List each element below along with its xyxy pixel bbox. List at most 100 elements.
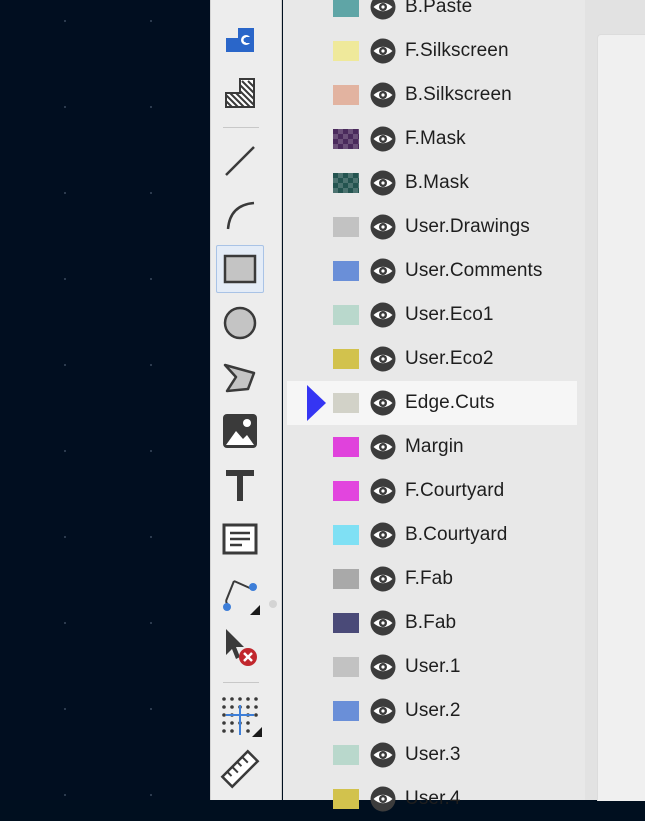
active-layer-indicator-slot — [287, 73, 333, 117]
layer-color-swatch[interactable] — [333, 0, 359, 17]
layer-row[interactable]: F.Mask — [287, 117, 577, 161]
grid-origin-icon[interactable] — [216, 691, 264, 739]
visibility-eye-icon[interactable] — [370, 258, 396, 284]
layer-row[interactable]: User.Comments — [287, 249, 577, 293]
layer-name: User.1 — [405, 656, 461, 677]
place-footprint-icon[interactable] — [216, 14, 264, 62]
visibility-eye-icon[interactable] — [370, 390, 396, 416]
layer-color-swatch[interactable] — [333, 657, 359, 677]
layer-color-swatch[interactable] — [333, 349, 359, 369]
layer-color-swatch[interactable] — [333, 789, 359, 809]
active-layer-indicator-slot — [287, 117, 333, 161]
layer-name: Edge.Cuts — [405, 392, 495, 413]
grid-dot — [64, 106, 66, 108]
visibility-eye-icon[interactable] — [370, 38, 396, 64]
layer-color-swatch[interactable] — [333, 305, 359, 325]
layer-color-swatch[interactable] — [333, 393, 359, 413]
visibility-eye-icon[interactable] — [370, 742, 396, 768]
grid-dot — [150, 364, 152, 366]
active-layer-indicator-slot — [287, 557, 333, 601]
visibility-eye-icon[interactable] — [370, 170, 396, 196]
layer-row[interactable]: F.Fab — [287, 557, 577, 601]
layer-row[interactable]: B.Paste — [287, 0, 577, 29]
add-zone-icon[interactable] — [216, 69, 264, 117]
visibility-eye-icon[interactable] — [370, 610, 396, 636]
visibility-eye-icon[interactable] — [370, 126, 396, 152]
layers-panel: B.Paste F.Silkscreen B.Silkscreen F.Mask B.M… — [283, 0, 585, 812]
layer-row[interactable]: B.Mask — [287, 161, 577, 205]
draw-polygon-icon[interactable] — [216, 353, 264, 401]
layer-color-swatch[interactable] — [333, 613, 359, 633]
layer-row[interactable]: Edge.Cuts — [287, 381, 577, 425]
active-layer-indicator-slot — [287, 601, 333, 645]
visibility-eye-icon[interactable] — [370, 522, 396, 548]
add-textbox-icon[interactable] — [216, 515, 264, 563]
active-layer-indicator-slot — [287, 469, 333, 513]
grid-dot — [150, 450, 152, 452]
layer-row[interactable]: F.Courtyard — [287, 469, 577, 513]
layer-name: F.Mask — [405, 128, 466, 149]
layer-row[interactable]: Margin — [287, 425, 577, 469]
add-text-icon[interactable] — [216, 461, 264, 509]
visibility-eye-icon[interactable] — [370, 654, 396, 680]
active-layer-indicator-slot — [287, 161, 333, 205]
add-dimension-icon[interactable] — [216, 569, 264, 617]
layer-color-swatch[interactable] — [333, 745, 359, 765]
visibility-eye-icon[interactable] — [370, 214, 396, 240]
layer-color-swatch[interactable] — [333, 129, 359, 149]
layer-color-swatch[interactable] — [333, 41, 359, 61]
grid-dot — [150, 794, 152, 796]
visibility-eye-icon[interactable] — [370, 82, 396, 108]
layer-color-swatch[interactable] — [333, 173, 359, 193]
draw-arc-icon[interactable] — [216, 191, 264, 239]
pcb-canvas[interactable] — [0, 0, 210, 800]
layer-color-swatch[interactable] — [333, 437, 359, 457]
layer-name: Margin — [405, 436, 464, 457]
visibility-eye-icon[interactable] — [370, 478, 396, 504]
layer-color-swatch[interactable] — [333, 569, 359, 589]
layer-row[interactable]: B.Courtyard — [287, 513, 577, 557]
layer-row[interactable]: User.4 — [287, 777, 577, 821]
toolbar-scroll-indicator — [269, 600, 277, 608]
active-layer-indicator-slot — [287, 381, 333, 425]
layer-color-swatch[interactable] — [333, 525, 359, 545]
layer-color-swatch[interactable] — [333, 217, 359, 237]
layer-row[interactable]: User.Eco2 — [287, 337, 577, 381]
visibility-eye-icon[interactable] — [370, 698, 396, 724]
grid-dot — [150, 622, 152, 624]
layer-color-swatch[interactable] — [333, 261, 359, 281]
layer-row[interactable]: User.3 — [287, 733, 577, 777]
layer-row[interactable]: B.Fab — [287, 601, 577, 645]
grid-dot — [64, 708, 66, 710]
layer-color-swatch[interactable] — [333, 701, 359, 721]
active-layer-indicator-slot — [287, 337, 333, 381]
grid-dot — [64, 622, 66, 624]
layer-color-swatch[interactable] — [333, 481, 359, 501]
layer-row[interactable]: F.Silkscreen — [287, 29, 577, 73]
layer-color-swatch[interactable] — [333, 85, 359, 105]
visibility-eye-icon[interactable] — [370, 302, 396, 328]
active-layer-indicator-slot — [287, 733, 333, 777]
draw-rectangle-icon[interactable] — [216, 245, 264, 293]
visibility-eye-icon[interactable] — [370, 786, 396, 812]
add-image-icon[interactable] — [216, 407, 264, 455]
grid-dot — [150, 708, 152, 710]
draw-circle-icon[interactable] — [216, 299, 264, 347]
layer-row[interactable]: User.Drawings — [287, 205, 577, 249]
measure-ruler-icon[interactable] — [216, 745, 264, 793]
layer-name: User.Drawings — [405, 216, 530, 237]
layer-row[interactable]: User.1 — [287, 645, 577, 689]
visibility-eye-icon[interactable] — [370, 346, 396, 372]
draw-line-icon[interactable] — [216, 137, 264, 185]
grid-dot — [150, 536, 152, 538]
visibility-eye-icon[interactable] — [370, 0, 396, 20]
visibility-eye-icon[interactable] — [370, 566, 396, 592]
layer-row[interactable]: User.2 — [287, 689, 577, 733]
delete-tool-icon[interactable] — [216, 623, 264, 671]
active-layer-indicator-slot — [287, 645, 333, 689]
visibility-eye-icon[interactable] — [370, 434, 396, 460]
toolbar-separator — [223, 127, 259, 128]
layer-row[interactable]: User.Eco1 — [287, 293, 577, 337]
layer-row[interactable]: B.Silkscreen — [287, 73, 577, 117]
grid-dot — [64, 278, 66, 280]
